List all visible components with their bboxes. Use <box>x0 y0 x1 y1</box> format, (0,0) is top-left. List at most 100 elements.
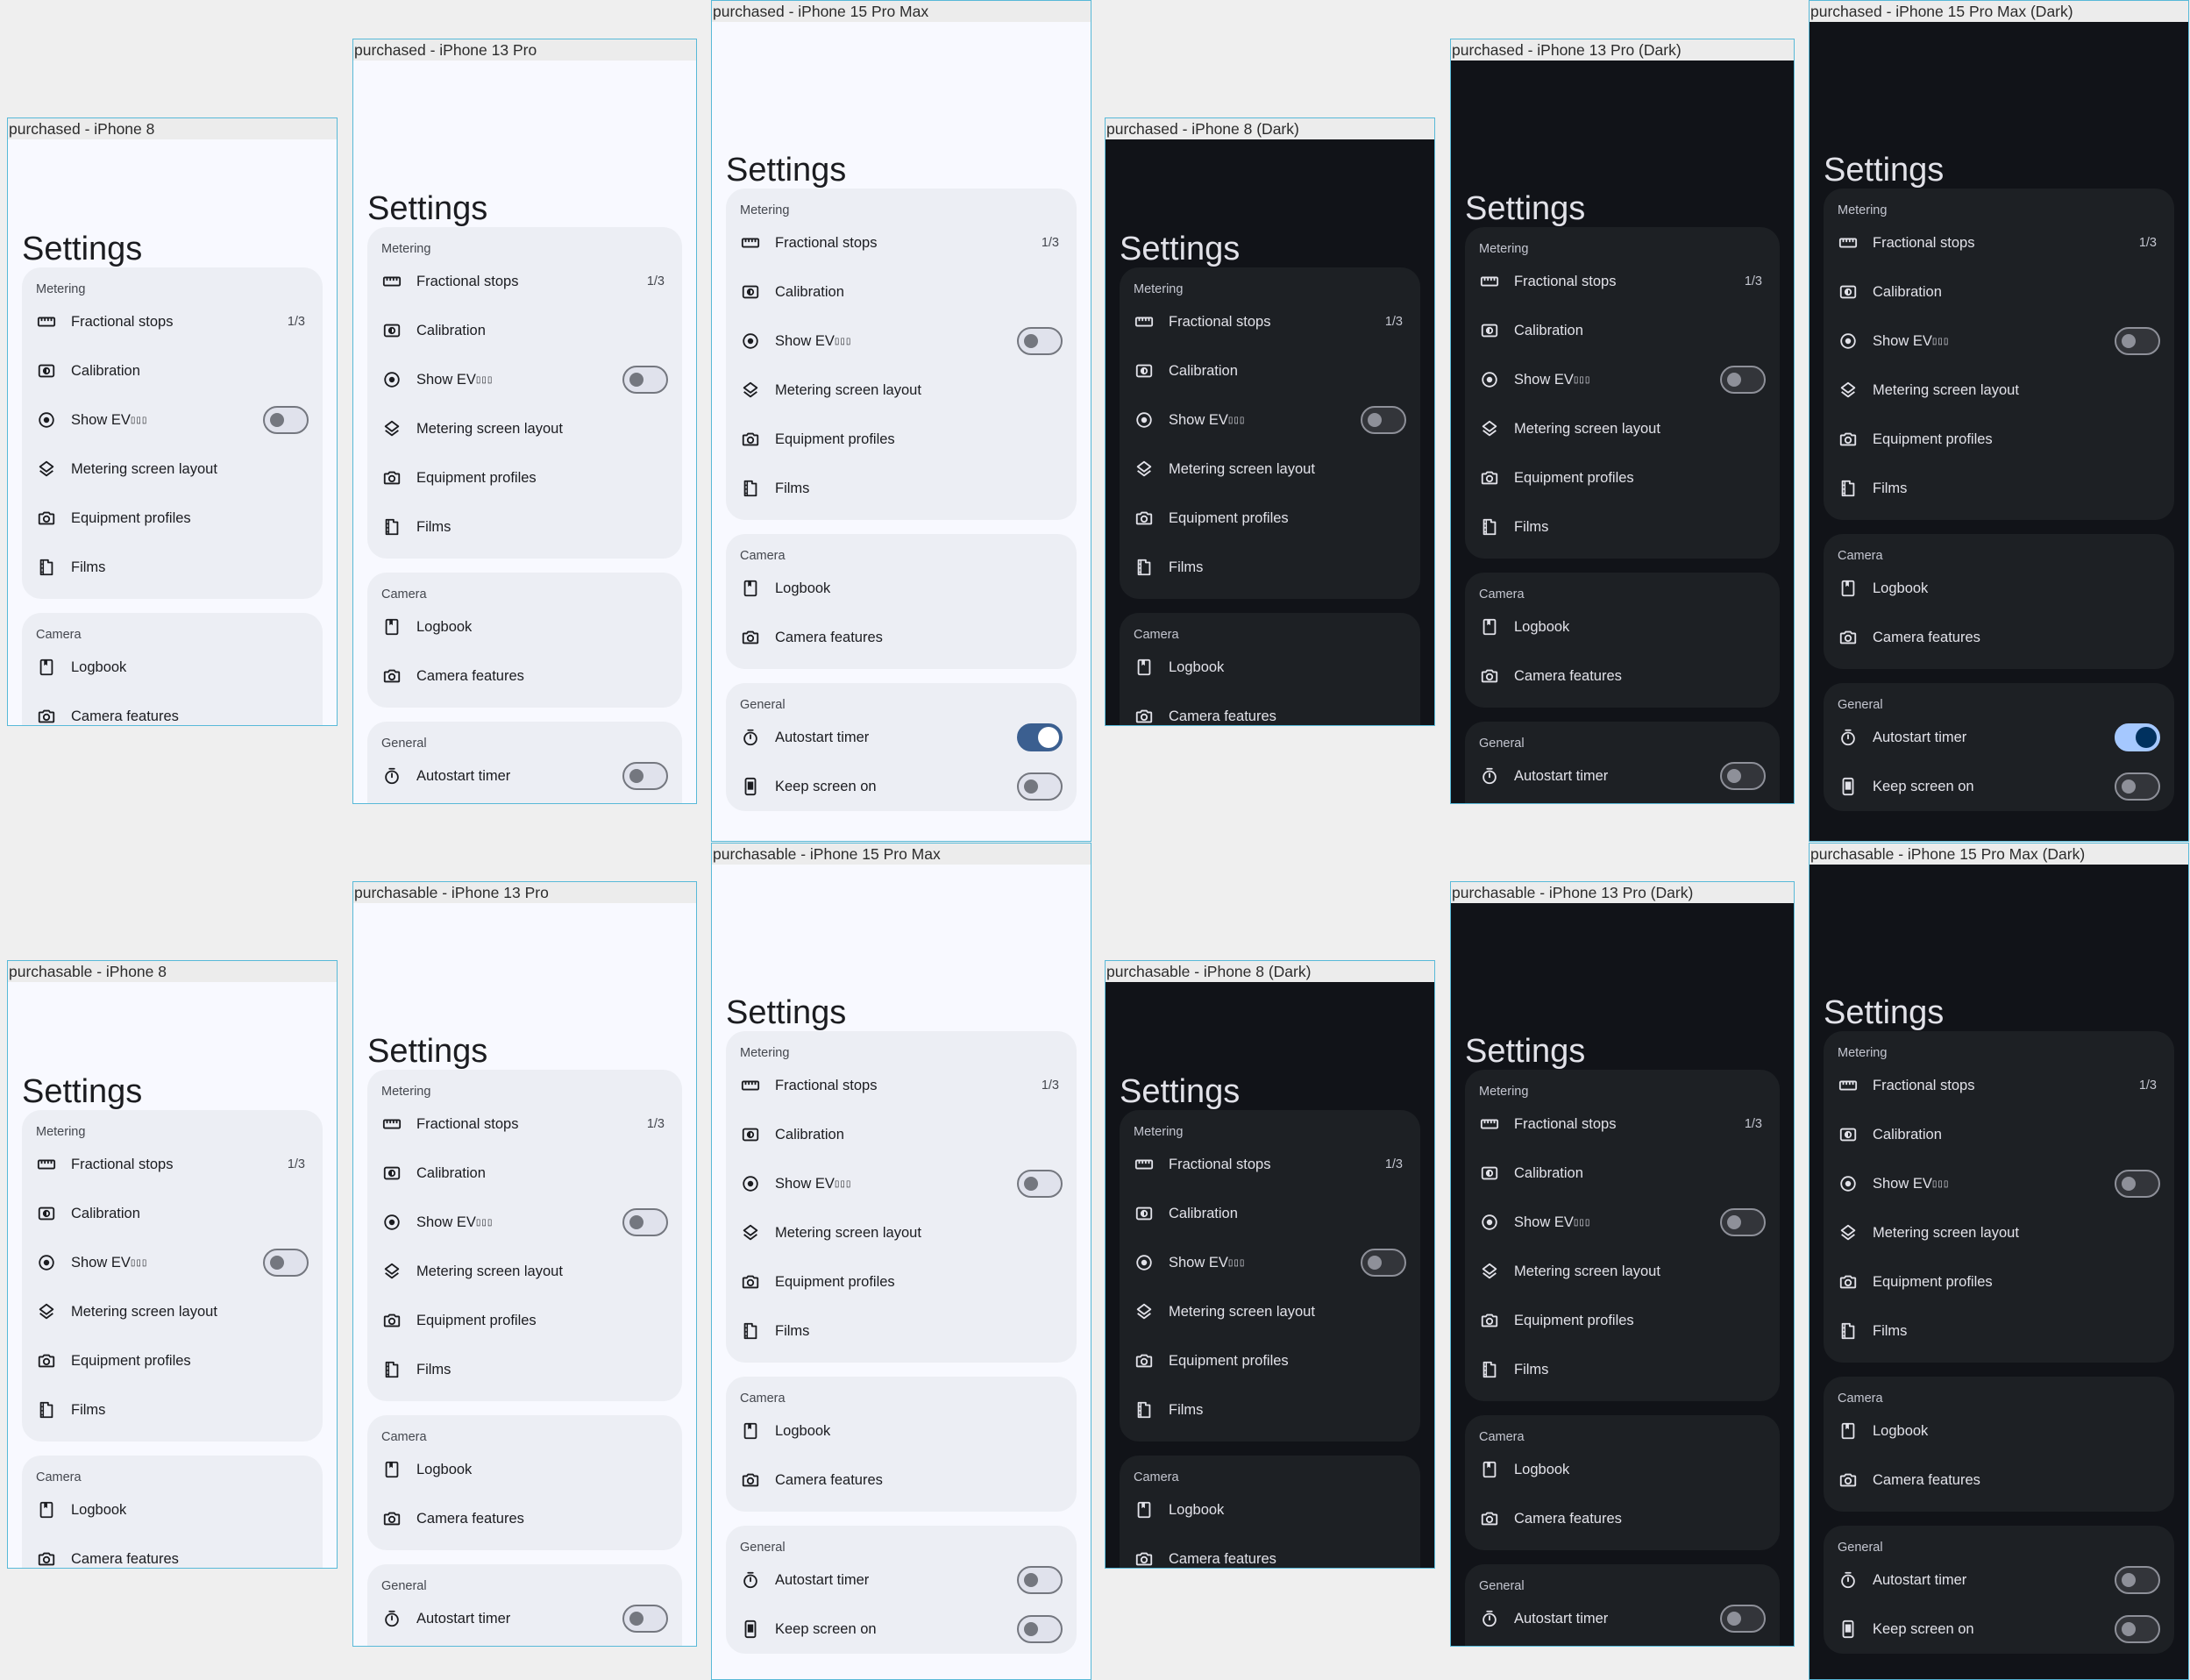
equipment-profiles-item[interactable]: Equipment profiles <box>1824 415 2174 464</box>
metering-layout-item[interactable]: Metering screen layout <box>726 366 1077 415</box>
fractional-stops-item[interactable]: Fractional stops 1/3 <box>1824 218 2174 267</box>
equipment-profiles-item[interactable]: Equipment profiles <box>726 415 1077 464</box>
camera-features-item[interactable]: Camera features <box>1824 613 2174 662</box>
keep-screen-on-item[interactable]: Keep screen on <box>367 1643 682 1646</box>
films-item[interactable]: Films <box>22 1385 323 1434</box>
calibration-item[interactable]: Calibration <box>1120 1189 1420 1238</box>
show-ev-toggle[interactable] <box>622 1208 668 1236</box>
equipment-profiles-item[interactable]: Equipment profiles <box>367 1296 682 1345</box>
calibration-item[interactable]: Calibration <box>726 1110 1077 1159</box>
calibration-item[interactable]: Calibration <box>1465 306 1780 355</box>
equipment-profiles-item[interactable]: Equipment profiles <box>1465 453 1780 502</box>
show-ev-item[interactable]: Show EV ▯▯▯ <box>1465 1198 1780 1247</box>
show-ev-toggle[interactable] <box>1720 1208 1766 1236</box>
show-ev-toggle[interactable] <box>1017 1170 1063 1198</box>
autostart-toggle[interactable] <box>2115 723 2160 751</box>
films-item[interactable]: Films <box>1824 464 2174 513</box>
keep-screen-on-toggle[interactable] <box>2115 772 2160 801</box>
autostart-timer-item[interactable]: Autostart timer <box>726 1555 1077 1605</box>
logbook-item[interactable]: Logbook <box>1120 1485 1420 1534</box>
calibration-item[interactable]: Calibration <box>22 1189 323 1238</box>
keep-screen-on-item[interactable]: Keep screen on <box>726 1605 1077 1654</box>
camera-features-item[interactable]: Camera features <box>726 1456 1077 1505</box>
films-item[interactable]: Films <box>367 1345 682 1394</box>
keep-screen-on-item[interactable]: Keep screen on <box>1824 762 2174 811</box>
autostart-timer-item[interactable]: Autostart timer <box>1824 713 2174 762</box>
films-item[interactable]: Films <box>1120 543 1420 592</box>
show-ev-item[interactable]: Show EV ▯▯▯ <box>1465 355 1780 404</box>
keep-screen-on-item[interactable]: Keep screen on <box>1465 1643 1780 1646</box>
logbook-item[interactable]: Logbook <box>726 564 1077 613</box>
equipment-profiles-item[interactable]: Equipment profiles <box>1120 494 1420 543</box>
autostart-toggle[interactable] <box>1017 1566 1063 1594</box>
logbook-item[interactable]: Logbook <box>726 1406 1077 1456</box>
show-ev-item[interactable]: Show EV ▯▯▯ <box>726 1159 1077 1208</box>
metering-layout-item[interactable]: Metering screen layout <box>1120 445 1420 494</box>
show-ev-item[interactable]: Show EV ▯▯▯ <box>367 1198 682 1247</box>
keep-screen-on-item[interactable]: Keep screen on <box>1824 1605 2174 1654</box>
logbook-item[interactable]: Logbook <box>22 1485 323 1534</box>
autostart-toggle[interactable] <box>622 762 668 790</box>
keep-screen-on-toggle[interactable] <box>1017 1615 1063 1643</box>
calibration-item[interactable]: Calibration <box>1120 346 1420 395</box>
fractional-stops-item[interactable]: Fractional stops 1/3 <box>1120 1140 1420 1189</box>
films-item[interactable]: Films <box>367 502 682 552</box>
show-ev-toggle[interactable] <box>1361 1249 1406 1277</box>
equipment-profiles-item[interactable]: Equipment profiles <box>1824 1257 2174 1306</box>
show-ev-item[interactable]: Show EV ▯▯▯ <box>1824 317 2174 366</box>
films-item[interactable]: Films <box>726 1306 1077 1356</box>
show-ev-item[interactable]: Show EV ▯▯▯ <box>367 355 682 404</box>
calibration-item[interactable]: Calibration <box>367 306 682 355</box>
logbook-item[interactable]: Logbook <box>1465 602 1780 651</box>
camera-features-item[interactable]: Camera features <box>22 1534 323 1568</box>
autostart-toggle[interactable] <box>1017 723 1063 751</box>
show-ev-toggle[interactable] <box>2115 327 2160 355</box>
show-ev-toggle[interactable] <box>1720 366 1766 394</box>
logbook-item[interactable]: Logbook <box>22 643 323 692</box>
show-ev-toggle[interactable] <box>622 366 668 394</box>
show-ev-toggle[interactable] <box>1361 406 1406 434</box>
camera-features-item[interactable]: Camera features <box>1824 1456 2174 1505</box>
show-ev-item[interactable]: Show EV ▯▯▯ <box>22 395 323 445</box>
keep-screen-on-item[interactable]: Keep screen on <box>726 762 1077 811</box>
keep-screen-on-toggle[interactable] <box>2115 1615 2160 1643</box>
fractional-stops-item[interactable]: Fractional stops 1/3 <box>726 1061 1077 1110</box>
show-ev-toggle[interactable] <box>263 406 309 434</box>
metering-layout-item[interactable]: Metering screen layout <box>726 1208 1077 1257</box>
autostart-timer-item[interactable]: Autostart timer <box>726 713 1077 762</box>
show-ev-item[interactable]: Show EV ▯▯▯ <box>1120 395 1420 445</box>
logbook-item[interactable]: Logbook <box>1824 564 2174 613</box>
camera-features-item[interactable]: Camera features <box>22 692 323 725</box>
fractional-stops-item[interactable]: Fractional stops 1/3 <box>726 218 1077 267</box>
camera-features-item[interactable]: Camera features <box>1465 651 1780 701</box>
metering-layout-item[interactable]: Metering screen layout <box>22 445 323 494</box>
films-item[interactable]: Films <box>1120 1385 1420 1434</box>
show-ev-toggle[interactable] <box>2115 1170 2160 1198</box>
metering-layout-item[interactable]: Metering screen layout <box>1120 1287 1420 1336</box>
metering-layout-item[interactable]: Metering screen layout <box>1824 366 2174 415</box>
show-ev-toggle[interactable] <box>1017 327 1063 355</box>
equipment-profiles-item[interactable]: Equipment profiles <box>1120 1336 1420 1385</box>
equipment-profiles-item[interactable]: Equipment profiles <box>726 1257 1077 1306</box>
films-item[interactable]: Films <box>1824 1306 2174 1356</box>
metering-layout-item[interactable]: Metering screen layout <box>1465 1247 1780 1296</box>
films-item[interactable]: Films <box>1465 502 1780 552</box>
logbook-item[interactable]: Logbook <box>1120 643 1420 692</box>
metering-layout-item[interactable]: Metering screen layout <box>367 1247 682 1296</box>
calibration-item[interactable]: Calibration <box>367 1149 682 1198</box>
equipment-profiles-item[interactable]: Equipment profiles <box>22 1336 323 1385</box>
autostart-toggle[interactable] <box>622 1605 668 1633</box>
autostart-timer-item[interactable]: Autostart timer <box>367 751 682 801</box>
autostart-timer-item[interactable]: Autostart timer <box>1824 1555 2174 1605</box>
keep-screen-on-toggle[interactable] <box>1017 772 1063 801</box>
fractional-stops-item[interactable]: Fractional stops 1/3 <box>1465 1100 1780 1149</box>
metering-layout-item[interactable]: Metering screen layout <box>367 404 682 453</box>
show-ev-item[interactable]: Show EV ▯▯▯ <box>1824 1159 2174 1208</box>
fractional-stops-item[interactable]: Fractional stops 1/3 <box>1465 257 1780 306</box>
autostart-timer-item[interactable]: Autostart timer <box>1465 1594 1780 1643</box>
fractional-stops-item[interactable]: Fractional stops 1/3 <box>22 1140 323 1189</box>
camera-features-item[interactable]: Camera features <box>1465 1494 1780 1543</box>
equipment-profiles-item[interactable]: Equipment profiles <box>22 494 323 543</box>
calibration-item[interactable]: Calibration <box>1465 1149 1780 1198</box>
camera-features-item[interactable]: Camera features <box>726 613 1077 662</box>
